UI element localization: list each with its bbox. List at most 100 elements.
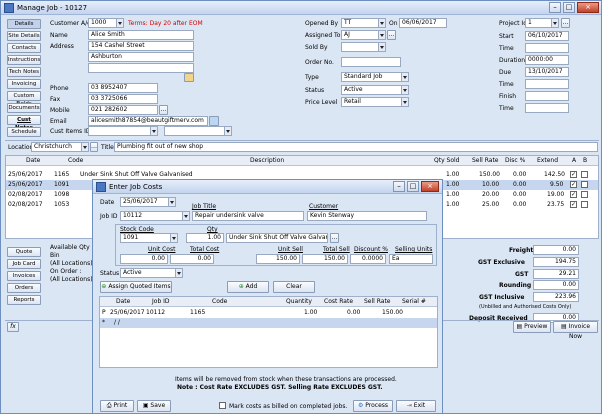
finish-date[interactable] xyxy=(525,91,569,101)
cust-items-select[interactable] xyxy=(88,126,158,136)
selling-units-field[interactable]: Ea xyxy=(389,254,433,264)
chevron-down-icon[interactable] xyxy=(150,127,157,135)
opened-by-select[interactable]: TT xyxy=(341,18,386,28)
finish-time[interactable] xyxy=(525,103,569,113)
start-time[interactable] xyxy=(525,43,569,53)
status-select[interactable]: Active xyxy=(341,85,409,95)
fx-button[interactable]: fx xyxy=(7,322,19,332)
orders-button[interactable]: Orders xyxy=(7,283,41,293)
nav-cust-notes[interactable]: Cust Notes xyxy=(7,115,41,131)
location-select[interactable]: Christchurch xyxy=(31,142,89,152)
row-b-checkbox[interactable] xyxy=(581,181,588,188)
chevron-down-icon[interactable] xyxy=(378,43,385,51)
reports-button[interactable]: Reports xyxy=(7,295,41,305)
row-a-checkbox[interactable]: ✓ xyxy=(570,201,577,208)
start-date[interactable]: 06/10/2017 xyxy=(525,31,569,41)
close-button[interactable]: × xyxy=(577,2,599,13)
dialog-date-select[interactable]: 25/06/2017 xyxy=(120,197,176,207)
row-b-checkbox[interactable] xyxy=(581,201,588,208)
chevron-down-icon[interactable] xyxy=(116,19,123,27)
project-more-button[interactable]: … xyxy=(561,18,570,28)
preview-button[interactable]: ▤ Preview xyxy=(513,321,551,333)
dialog-minimize-button[interactable]: – xyxy=(393,181,405,192)
assigned-to-select[interactable]: AJ xyxy=(341,30,386,40)
row-b-checkbox[interactable] xyxy=(581,171,588,178)
address-line3-field[interactable] xyxy=(88,63,194,73)
total-sell-field[interactable]: 150.00 xyxy=(302,254,348,264)
opened-on-date[interactable]: 06/06/2017 xyxy=(399,18,447,28)
chevron-down-icon[interactable] xyxy=(551,19,558,27)
chevron-down-icon[interactable] xyxy=(401,73,408,81)
assigned-more-button[interactable]: … xyxy=(387,30,396,40)
sold-by-select[interactable] xyxy=(341,42,386,52)
job-title-field[interactable]: Plumbing fit out of new shop xyxy=(114,142,598,152)
invoice-now-button[interactable]: ▤ Invoice Now xyxy=(553,321,598,340)
clear-button[interactable]: Clear xyxy=(273,281,315,293)
chevron-down-icon[interactable] xyxy=(175,269,182,277)
minimize-button[interactable]: – xyxy=(549,2,561,13)
grid-row[interactable]: * / / xyxy=(100,318,437,328)
nav-invoicing[interactable]: Invoicing xyxy=(7,79,41,89)
price-level-select[interactable]: Retail xyxy=(341,97,409,107)
address-line2-field[interactable]: Ashburton xyxy=(88,52,194,62)
dialog-status-select[interactable]: Active xyxy=(120,268,183,278)
due-date[interactable]: 13/10/2017 xyxy=(525,67,569,77)
nav-tech-notes[interactable]: Tech Notes xyxy=(7,67,41,77)
freight-field[interactable]: 0.00 xyxy=(533,245,579,255)
quote-button[interactable]: Quote xyxy=(7,247,41,257)
row-a-checkbox[interactable]: ✓ xyxy=(570,191,577,198)
unit-cost-field[interactable]: 0.00 xyxy=(120,254,168,264)
nav-site-details[interactable]: Site Details xyxy=(7,31,41,41)
nav-documents[interactable]: Documents xyxy=(7,103,41,113)
nav-contacts[interactable]: Contacts xyxy=(7,43,41,53)
print-button[interactable]: ⎙ Print xyxy=(100,400,134,412)
assign-quoted-items-button[interactable]: ⊕ Assign Quoted Items xyxy=(100,281,172,293)
nav-schedule[interactable]: Schedule xyxy=(7,127,41,137)
map-icon[interactable] xyxy=(184,73,194,82)
stock-code-select[interactable]: 1091 xyxy=(120,233,178,243)
discount-field[interactable]: 0.0000 xyxy=(350,254,386,264)
mobile-field[interactable]: 021 282602 xyxy=(88,105,158,115)
row-a-checkbox[interactable]: ✓ xyxy=(570,181,577,188)
save-button[interactable]: ▣ Save xyxy=(137,400,171,412)
chevron-down-icon[interactable] xyxy=(182,212,189,220)
dialog-job-id-select[interactable]: 10112 xyxy=(120,211,190,221)
row-a-checkbox[interactable]: ✓ xyxy=(570,171,577,178)
stock-more-button[interactable]: … xyxy=(330,233,339,243)
add-button[interactable]: ⊕ Add xyxy=(227,281,269,293)
maximize-button[interactable]: □ xyxy=(563,2,575,13)
email-field[interactable]: alicesmith87854@beautgiftmerv.com xyxy=(88,116,208,126)
customer-account-select[interactable]: 1000 xyxy=(88,18,124,28)
dialog-close-button[interactable]: × xyxy=(421,181,439,192)
chevron-down-icon[interactable] xyxy=(378,19,385,27)
fax-field[interactable]: 03 3725066 xyxy=(88,94,158,104)
nav-instructions[interactable]: Instructions xyxy=(7,55,41,65)
project-id-select[interactable]: 1 xyxy=(525,18,559,28)
name-field[interactable]: Alice Smith xyxy=(88,30,194,40)
job-card-button[interactable]: Job Card xyxy=(7,259,41,269)
location-more-button[interactable]: … xyxy=(90,142,98,152)
chevron-down-icon[interactable] xyxy=(168,198,175,206)
invoices-button[interactable]: Invoices xyxy=(7,271,41,281)
exit-button[interactable]: ⇥ Exit xyxy=(396,400,436,412)
row-b-checkbox[interactable] xyxy=(581,191,588,198)
nav-custom-fields[interactable]: Custom Fields xyxy=(7,91,41,107)
chevron-down-icon[interactable] xyxy=(224,127,231,135)
dialog-maximize-button[interactable]: □ xyxy=(407,181,419,192)
due-time[interactable] xyxy=(525,79,569,89)
chevron-down-icon[interactable] xyxy=(81,143,88,151)
chevron-down-icon[interactable] xyxy=(378,31,385,39)
email-send-icon[interactable] xyxy=(209,116,219,126)
chevron-down-icon[interactable] xyxy=(401,98,408,106)
order-no-field[interactable] xyxy=(341,57,401,67)
nav-details[interactable]: Details xyxy=(7,19,41,29)
phone-field[interactable]: 03 8952407 xyxy=(88,83,158,93)
process-button[interactable]: ⚙ Process xyxy=(353,400,393,412)
duration-field[interactable]: 0000:00 xyxy=(525,55,569,65)
address-line1-field[interactable]: 154 Cashel Street xyxy=(88,41,194,51)
type-select[interactable]: Standard Job xyxy=(341,72,409,82)
qty-field[interactable]: 1.00 xyxy=(186,233,224,243)
chevron-down-icon[interactable] xyxy=(170,234,177,242)
unit-sell-field[interactable]: 150.00 xyxy=(256,254,300,264)
mark-billed-checkbox[interactable] xyxy=(219,402,226,409)
